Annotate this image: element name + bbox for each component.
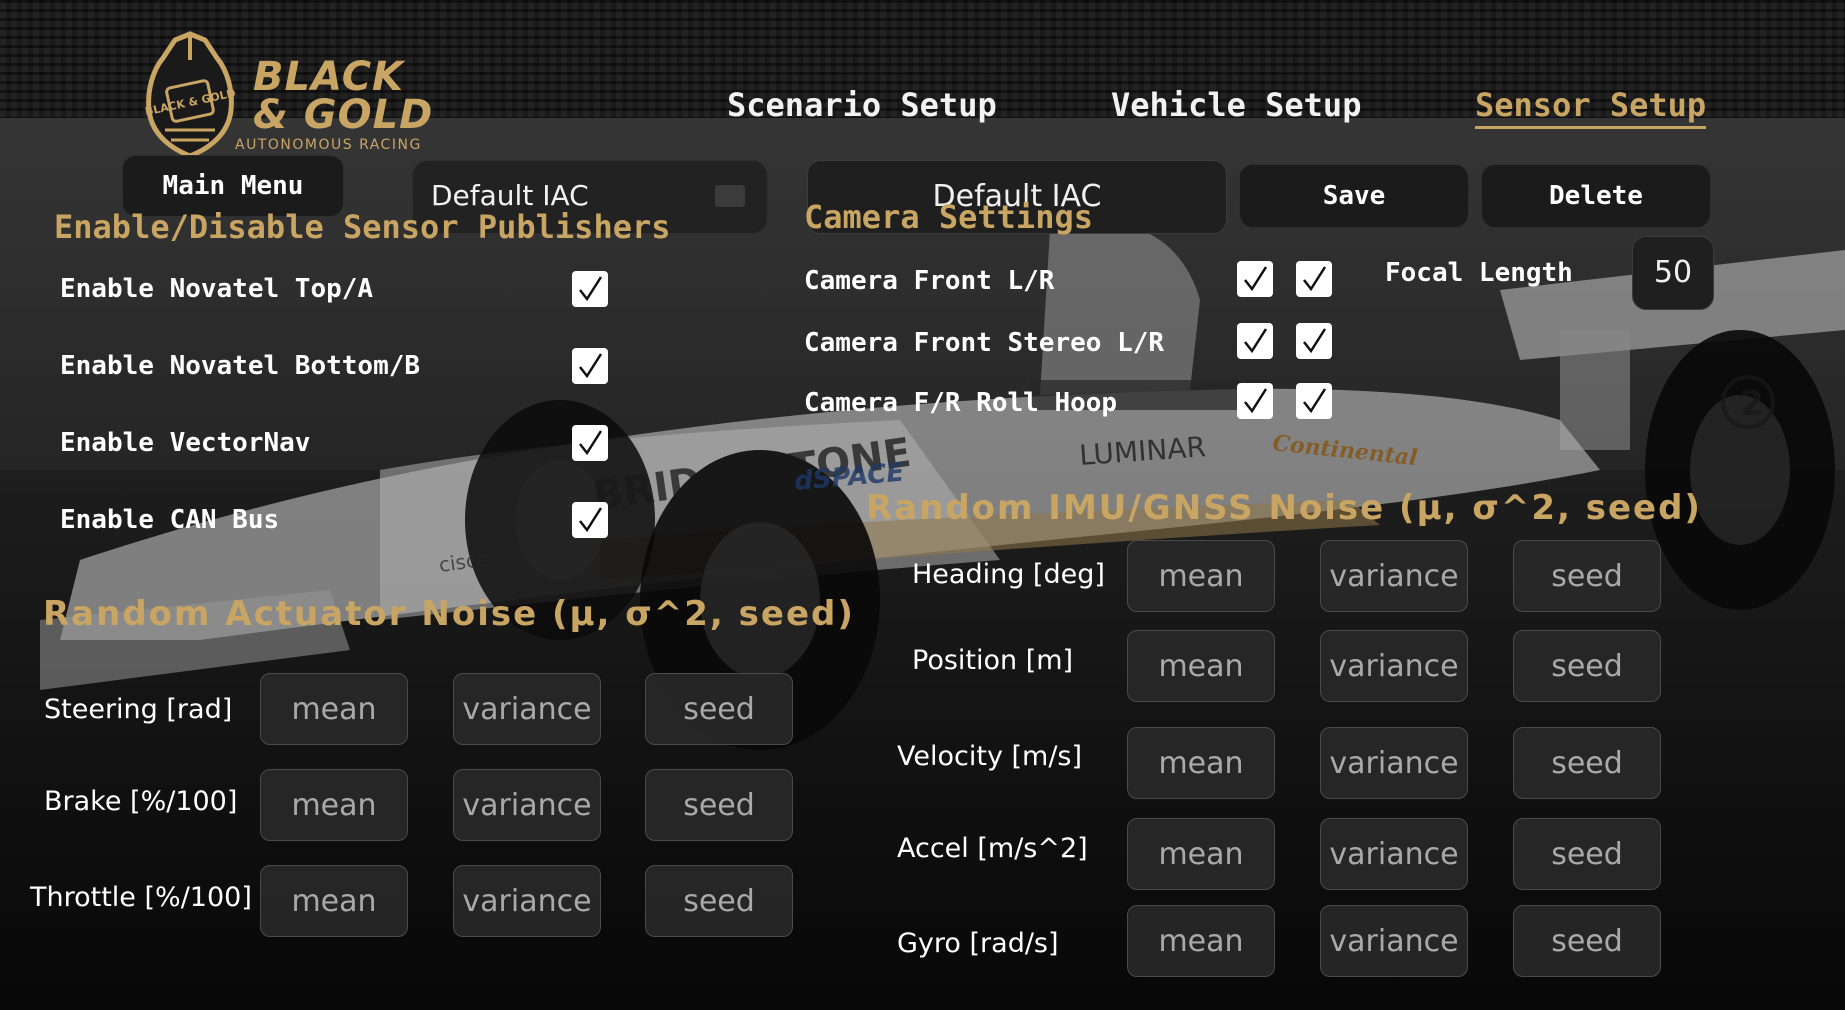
steering-variance-input[interactable]: variance	[453, 673, 601, 745]
gyro-variance-input[interactable]: variance	[1320, 905, 1468, 977]
accel-variance-input[interactable]: variance	[1320, 818, 1468, 890]
steering-seed-input[interactable]: seed	[645, 673, 793, 745]
position-variance-input[interactable]: variance	[1320, 630, 1468, 702]
checkmark-icon	[579, 353, 603, 379]
checkmark-icon	[579, 430, 603, 456]
imu-label-heading: Heading [deg]	[912, 559, 1105, 590]
brake-mean-input[interactable]: mean	[260, 769, 408, 841]
throttle-variance-input[interactable]: variance	[453, 865, 601, 937]
heading-variance-input[interactable]: variance	[1320, 540, 1468, 612]
tab-vehicle-setup[interactable]: Vehicle Setup	[1111, 86, 1361, 124]
tab-sensor-setup[interactable]: Sensor Setup	[1475, 86, 1707, 129]
velocity-mean-input[interactable]: mean	[1127, 727, 1275, 799]
camera-label-front: Camera Front L/R	[804, 266, 1055, 296]
publisher-label-can-bus: Enable CAN Bus	[60, 505, 280, 535]
velocity-seed-input[interactable]: seed	[1513, 727, 1661, 799]
heading-seed-input[interactable]: seed	[1513, 540, 1661, 612]
focal-length-label: Focal Length	[1385, 258, 1573, 288]
throttle-mean-input[interactable]: mean	[260, 865, 408, 937]
gyro-mean-input[interactable]: mean	[1127, 905, 1275, 977]
imu-label-position: Position [m]	[912, 645, 1074, 676]
checkmark-icon	[1244, 388, 1268, 414]
camera-settings-title: Camera Settings	[804, 198, 1093, 236]
camera-rollhoop-front-checkbox[interactable]	[1237, 383, 1273, 419]
checkmark-icon	[1303, 388, 1327, 414]
gyro-seed-input[interactable]: seed	[1513, 905, 1661, 977]
checkmark-icon	[1303, 328, 1327, 354]
brand-wordmark: BLACK & GOLD	[253, 54, 434, 138]
dropdown-arrow-icon	[715, 185, 745, 207]
actuator-label-brake: Brake [%/100]	[44, 786, 238, 817]
checkmark-icon	[579, 507, 603, 533]
publisher-label-novatel-top: Enable Novatel Top/A	[60, 274, 374, 304]
brake-variance-input[interactable]: variance	[453, 769, 601, 841]
imu-label-gyro: Gyro [rad/s]	[897, 928, 1059, 959]
actuator-label-throttle: Throttle [%/100]	[30, 882, 252, 913]
camera-stereo-right-checkbox[interactable]	[1296, 323, 1332, 359]
checkmark-icon	[1244, 266, 1268, 292]
publisher-checkbox-vectornav[interactable]	[572, 425, 608, 461]
brand-subtitle: AUTONOMOUS RACING	[235, 137, 422, 153]
tab-scenario-setup[interactable]: Scenario Setup	[727, 86, 997, 124]
checkmark-icon	[1303, 266, 1327, 292]
checkmark-icon	[579, 276, 603, 302]
publisher-label-novatel-bottom: Enable Novatel Bottom/B	[60, 351, 421, 381]
accel-mean-input[interactable]: mean	[1127, 818, 1275, 890]
focal-length-input[interactable]: 50	[1632, 236, 1714, 310]
brand-word-line1: BLACK	[253, 54, 405, 100]
velocity-variance-input[interactable]: variance	[1320, 727, 1468, 799]
brand-logo: BLACK & GOLD BLACK & GOLD AUTONOMOUS RAC…	[135, 30, 455, 160]
imu-label-velocity: Velocity [m/s]	[897, 741, 1083, 772]
knight-helmet-icon: BLACK & GOLD	[144, 31, 237, 159]
steering-mean-input[interactable]: mean	[260, 673, 408, 745]
brand-word-line2: & GOLD	[253, 92, 434, 138]
camera-label-front-stereo: Camera Front Stereo L/R	[804, 328, 1165, 358]
actuator-noise-title: Random Actuator Noise (μ, σ^2, seed)	[43, 594, 855, 634]
camera-rollhoop-rear-checkbox[interactable]	[1296, 383, 1332, 419]
actuator-label-steering: Steering [rad]	[44, 694, 233, 725]
camera-stereo-left-checkbox[interactable]	[1237, 323, 1273, 359]
checkmark-icon	[1244, 328, 1268, 354]
delete-button[interactable]: Delete	[1481, 164, 1711, 228]
publishers-title: Enable/Disable Sensor Publishers	[54, 208, 671, 246]
heading-mean-input[interactable]: mean	[1127, 540, 1275, 612]
accel-seed-input[interactable]: seed	[1513, 818, 1661, 890]
throttle-seed-input[interactable]: seed	[645, 865, 793, 937]
imu-noise-title: Random IMU/GNSS Noise (μ, σ^2, seed)	[866, 488, 1702, 528]
position-mean-input[interactable]: mean	[1127, 630, 1275, 702]
publisher-checkbox-can-bus[interactable]	[572, 502, 608, 538]
camera-front-left-checkbox[interactable]	[1237, 261, 1273, 297]
publisher-label-vectornav: Enable VectorNav	[60, 428, 311, 458]
brake-seed-input[interactable]: seed	[645, 769, 793, 841]
save-button[interactable]: Save	[1239, 164, 1469, 228]
camera-label-roll-hoop: Camera F/R Roll Hoop	[804, 388, 1118, 418]
position-seed-input[interactable]: seed	[1513, 630, 1661, 702]
camera-front-right-checkbox[interactable]	[1296, 261, 1332, 297]
imu-label-accel: Accel [m/s^2]	[897, 833, 1088, 864]
publisher-checkbox-novatel-top[interactable]	[572, 271, 608, 307]
publisher-checkbox-novatel-bottom[interactable]	[572, 348, 608, 384]
